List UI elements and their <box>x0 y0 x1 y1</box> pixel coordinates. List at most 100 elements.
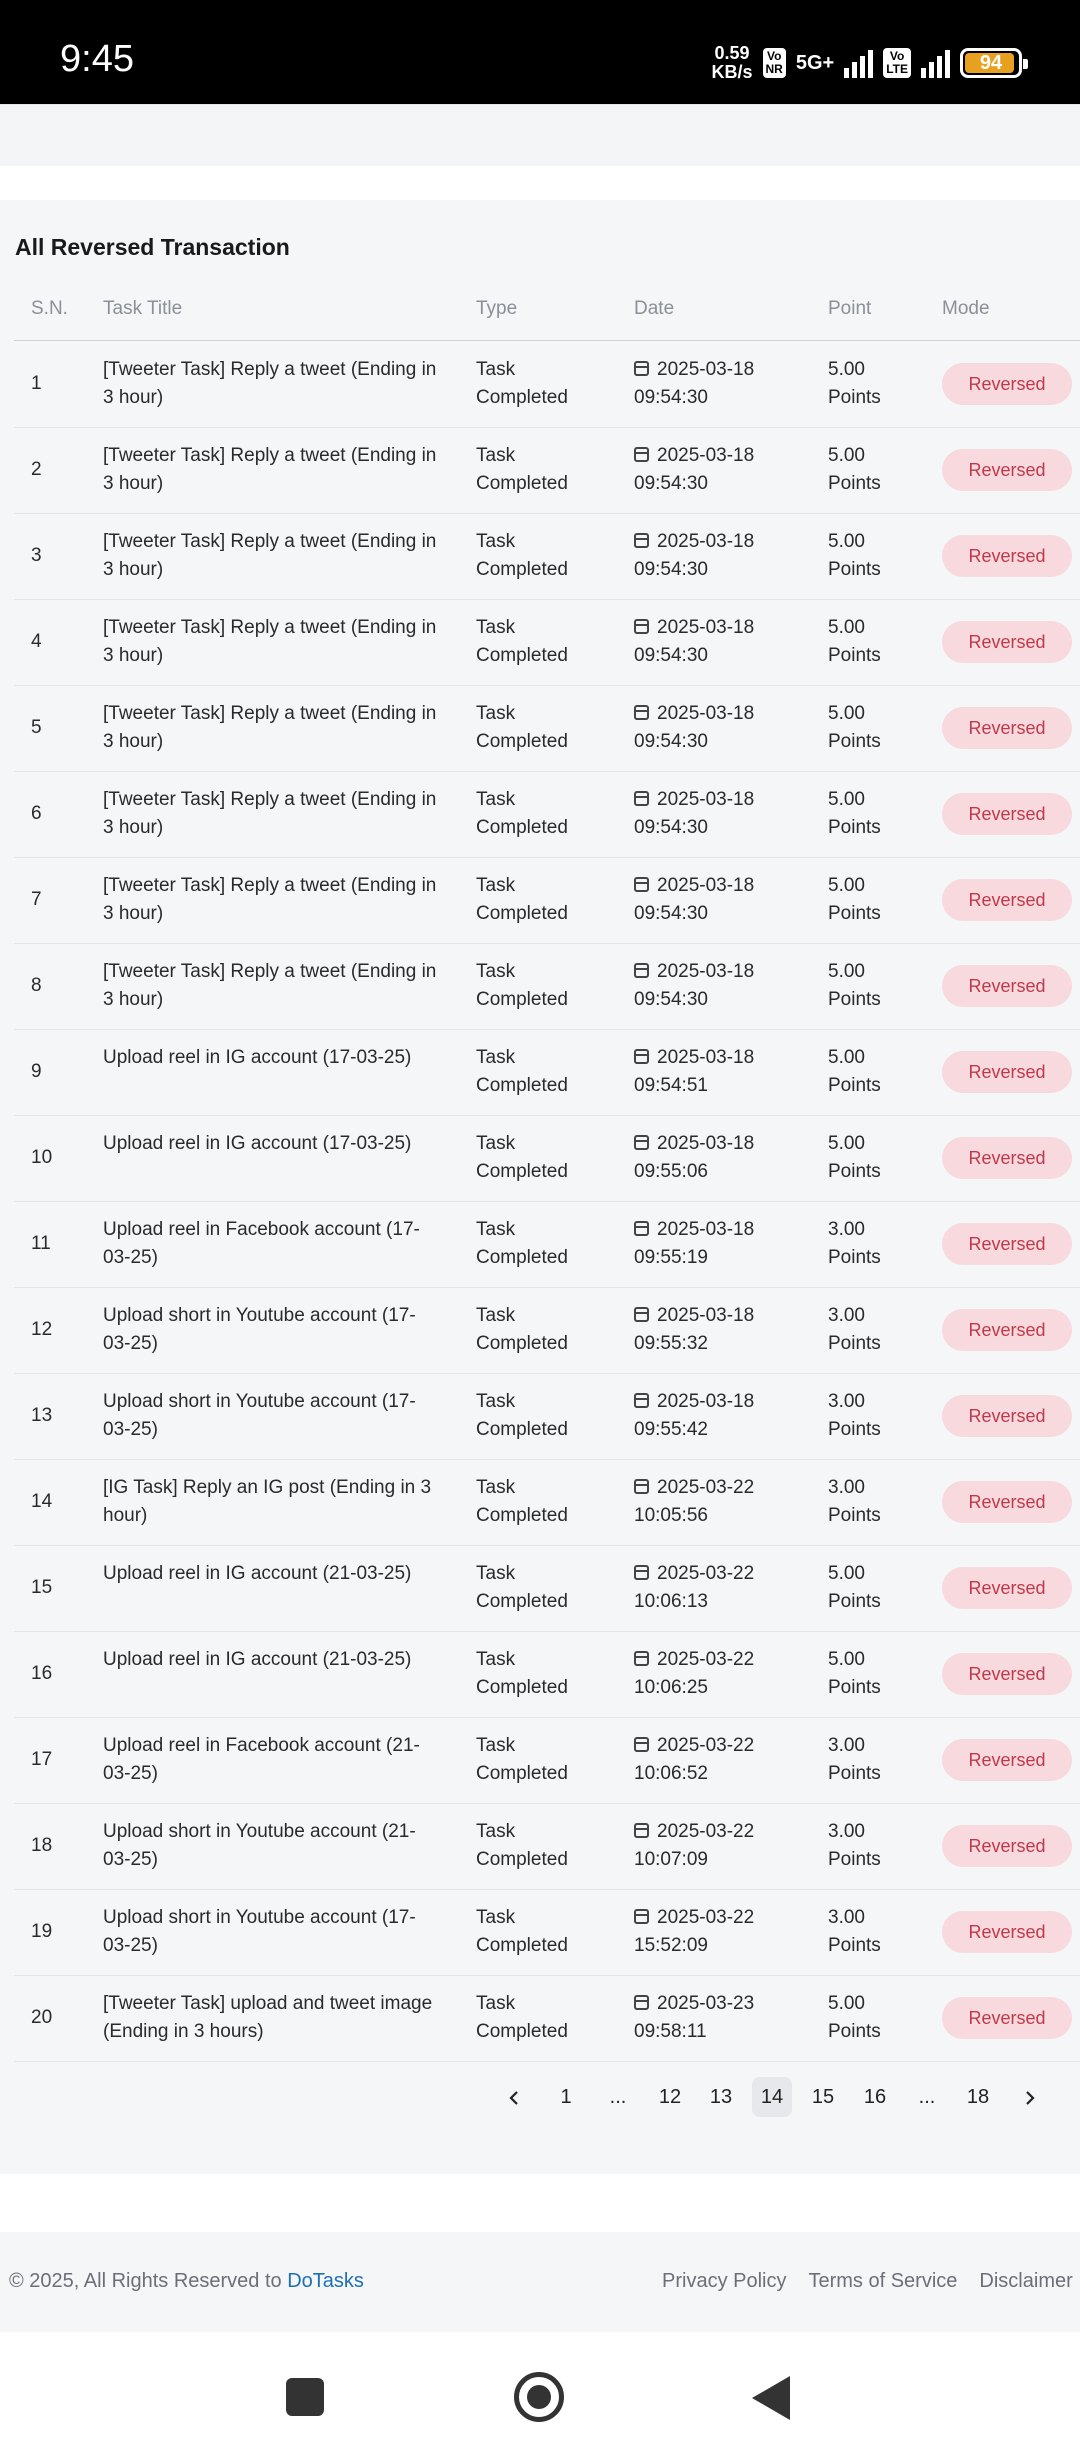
pagination-next[interactable] <box>1010 2077 1050 2117</box>
column-header-mode: Mode <box>942 298 990 319</box>
calendar-icon <box>634 1393 649 1408</box>
row-sn: 18 <box>31 1835 53 1856</box>
table-row: 8 [Tweeter Task] Reply a tweet (Ending in… <box>14 943 1080 1030</box>
row-sn: 16 <box>31 1663 53 1684</box>
status-badge: Reversed <box>942 1653 1072 1695</box>
row-type: Task Completed <box>476 1391 568 1440</box>
row-date: 2025-03-22 15:52:09 <box>634 1907 755 1956</box>
pagination-page[interactable]: 18 <box>958 2077 998 2117</box>
home-circle-icon[interactable] <box>514 2372 564 2422</box>
row-points: 5.00 Points <box>828 1649 881 1698</box>
row-type: Task Completed <box>476 703 568 752</box>
table-row: 14 [IG Task] Reply an IG post (Ending in … <box>14 1459 1080 1546</box>
pagination-page[interactable]: 13 <box>701 2077 741 2117</box>
row-date: 2025-03-18 09:54:30 <box>634 961 755 1010</box>
row-date: 2025-03-18 09:55:32 <box>634 1305 755 1354</box>
row-points: 5.00 Points <box>828 1133 881 1182</box>
terms-of-service-link[interactable]: Terms of Service <box>808 2270 957 2292</box>
row-date: 2025-03-18 09:54:30 <box>634 875 755 924</box>
footer: © 2025, All Rights Reserved to DoTasks P… <box>0 2232 1080 2332</box>
pagination-page-current[interactable]: 14 <box>752 2077 792 2117</box>
status-badge: Reversed <box>942 1997 1072 2039</box>
row-sn: 20 <box>31 2007 53 2028</box>
table-row: 6 [Tweeter Task] Reply a tweet (Ending in… <box>14 771 1080 858</box>
row-sn: 10 <box>31 1147 53 1168</box>
row-sn: 8 <box>31 975 42 996</box>
row-sn: 15 <box>31 1577 53 1598</box>
row-points: 5.00 Points <box>828 961 881 1010</box>
volte-nr-icon: Vo NR <box>762 48 786 78</box>
column-header-title: Task Title <box>103 298 183 319</box>
copyright: © 2025, All Rights Reserved to DoTasks <box>9 2270 364 2292</box>
calendar-icon <box>634 1651 649 1666</box>
row-type: Task Completed <box>476 789 568 838</box>
row-sn: 4 <box>31 631 42 652</box>
row-task-title: Upload reel in IG account (17-03-25) <box>103 1047 412 1068</box>
row-sn: 7 <box>31 889 42 910</box>
table-header: S.N. Task Title Type Date Point Mode <box>14 296 1080 341</box>
brand-link[interactable]: DoTasks <box>287 2270 364 2292</box>
row-sn: 13 <box>31 1405 53 1426</box>
row-sn: 1 <box>31 373 42 394</box>
row-date: 2025-03-18 09:54:30 <box>634 789 755 838</box>
row-type: Task Completed <box>476 1821 568 1870</box>
row-task-title: [Tweeter Task] Reply a tweet (Ending in … <box>103 703 437 752</box>
row-type: Task Completed <box>476 1993 568 2042</box>
back-triangle-icon[interactable] <box>752 2376 790 2420</box>
status-time: 9:45 <box>60 38 134 80</box>
row-points: 5.00 Points <box>828 789 881 838</box>
row-points: 3.00 Points <box>828 1735 881 1784</box>
battery-icon: 94 <box>960 48 1028 78</box>
row-type: Task Completed <box>476 1305 568 1354</box>
row-date: 2025-03-22 10:07:09 <box>634 1821 755 1870</box>
network-type: 5G+ <box>795 51 835 74</box>
table-row: 11 Upload reel in Facebook account (17-03… <box>14 1201 1080 1288</box>
calendar-icon <box>634 1307 649 1322</box>
row-date: 2025-03-22 10:06:13 <box>634 1563 755 1612</box>
status-badge: Reversed <box>942 1481 1072 1523</box>
row-task-title: [Tweeter Task] upload and tweet image (E… <box>103 1993 433 2042</box>
row-date: 2025-03-18 09:55:42 <box>634 1391 755 1440</box>
status-badge: Reversed <box>942 1395 1072 1437</box>
page-top-section <box>0 104 1080 167</box>
table-row: 19 Upload short in Youtube account (17-03… <box>14 1889 1080 1976</box>
pagination-page[interactable]: 1 <box>546 2077 586 2117</box>
privacy-policy-link[interactable]: Privacy Policy <box>662 2270 786 2292</box>
pagination-page[interactable]: 15 <box>803 2077 843 2117</box>
calendar-icon <box>634 1135 649 1150</box>
network-speed: 0.59 KB/s <box>711 43 753 82</box>
row-points: 5.00 Points <box>828 359 881 408</box>
row-task-title: [Tweeter Task] Reply a tweet (Ending in … <box>103 531 437 580</box>
row-task-title: [Tweeter Task] Reply a tweet (Ending in … <box>103 617 437 666</box>
reversed-transactions-card: All Reversed Transaction S.N. Task Title… <box>0 200 1080 2174</box>
footer-links: Privacy Policy Terms of Service Disclaimer <box>662 2270 1080 2293</box>
status-badge: Reversed <box>942 965 1072 1007</box>
recents-square-icon[interactable] <box>286 2378 324 2416</box>
status-badge: Reversed <box>942 621 1072 663</box>
row-points: 3.00 Points <box>828 1821 881 1870</box>
table-row: 20 [Tweeter Task] upload and tweet image … <box>14 1975 1080 2062</box>
status-badge: Reversed <box>942 793 1072 835</box>
row-type: Task Completed <box>476 1047 568 1096</box>
pagination-ellipsis: ... <box>609 2086 627 2108</box>
column-header-sn: S.N. <box>31 298 68 319</box>
calendar-icon <box>634 533 649 548</box>
row-points: 3.00 Points <box>828 1219 881 1268</box>
disclaimer-link[interactable]: Disclaimer <box>979 2270 1072 2292</box>
row-points: 3.00 Points <box>828 1477 881 1526</box>
calendar-icon <box>634 877 649 892</box>
pagination-page[interactable]: 16 <box>855 2077 895 2117</box>
row-type: Task Completed <box>476 1649 568 1698</box>
row-date: 2025-03-22 10:06:25 <box>634 1649 755 1698</box>
pagination-prev[interactable] <box>494 2077 534 2117</box>
status-badge: Reversed <box>942 1137 1072 1179</box>
table-row: 4 [Tweeter Task] Reply a tweet (Ending in… <box>14 599 1080 686</box>
pagination-page[interactable]: 12 <box>650 2077 690 2117</box>
calendar-icon <box>634 1565 649 1580</box>
row-sn: 3 <box>31 545 42 566</box>
row-type: Task Completed <box>476 445 568 494</box>
row-type: Task Completed <box>476 1477 568 1526</box>
calendar-icon <box>634 1823 649 1838</box>
row-points: 5.00 Points <box>828 617 881 666</box>
row-date: 2025-03-18 09:54:30 <box>634 445 755 494</box>
